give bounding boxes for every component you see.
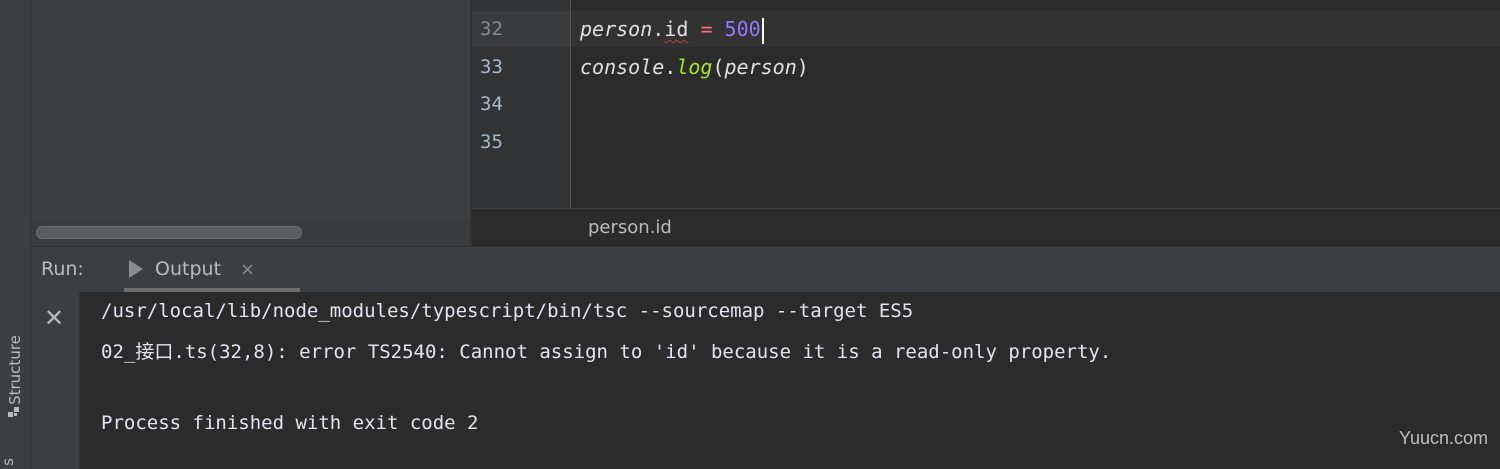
- line-number: 32: [480, 18, 503, 40]
- structure-icon[interactable]: [6, 404, 22, 420]
- paren-close: ): [796, 55, 809, 79]
- argument: person: [724, 55, 797, 79]
- number-literal: 500: [724, 17, 761, 41]
- stop-icon[interactable]: ✕: [44, 306, 64, 330]
- console-line: /usr/local/lib/node_modules/typescript/b…: [101, 300, 914, 322]
- line-number: 35: [480, 131, 503, 153]
- code-line-32[interactable]: person.id = 500: [580, 11, 764, 47]
- dot-operator: .: [664, 55, 677, 79]
- breadcrumb-bar: person.id: [472, 208, 1500, 246]
- code-editor[interactable]: 32 33 34 35 person.id = 500 console.log(…: [472, 0, 1500, 208]
- run-tool-window-header: Run: Output ×: [31, 246, 1500, 292]
- gutter-separator: [570, 0, 571, 208]
- assign-operator: =: [700, 17, 713, 41]
- project-panel: [31, 0, 470, 220]
- tab-output[interactable]: Output ×: [124, 247, 300, 293]
- paren-open: (: [712, 55, 725, 79]
- run-toolbar: ✕: [31, 292, 80, 469]
- console-line-error: 02_接口.ts(32,8): error TS2540: Cannot ass…: [101, 341, 1112, 363]
- code-line-33[interactable]: console.log(person): [580, 49, 809, 85]
- function-name: log: [676, 55, 713, 79]
- tab-title: Output: [155, 258, 221, 280]
- play-icon: [129, 260, 143, 278]
- left-tool-strip: Structure s: [0, 0, 31, 469]
- breadcrumb[interactable]: person.id: [588, 217, 672, 238]
- run-label: Run:: [41, 258, 84, 280]
- ide-window: Structure s 32 33 34 35 person.id = 500 …: [0, 0, 1500, 469]
- watermark: Yuucn.com: [1398, 428, 1488, 448]
- line-number: 33: [480, 56, 503, 78]
- text-caret: [761, 17, 764, 44]
- property-error: id: [664, 17, 689, 41]
- horizontal-scrollbar[interactable]: [36, 226, 302, 239]
- console-line: Process finished with exit code 2: [101, 412, 479, 434]
- structure-tab-label: Structure: [6, 335, 24, 405]
- console-output[interactable]: /usr/local/lib/node_modules/typescript/b…: [80, 292, 1500, 469]
- line-number: 34: [480, 93, 503, 115]
- bottom-tab-label[interactable]: s: [0, 458, 17, 466]
- identifier: console: [580, 55, 665, 79]
- dot-operator: .: [652, 17, 665, 41]
- close-icon[interactable]: ×: [240, 259, 255, 280]
- identifier: person: [580, 17, 653, 41]
